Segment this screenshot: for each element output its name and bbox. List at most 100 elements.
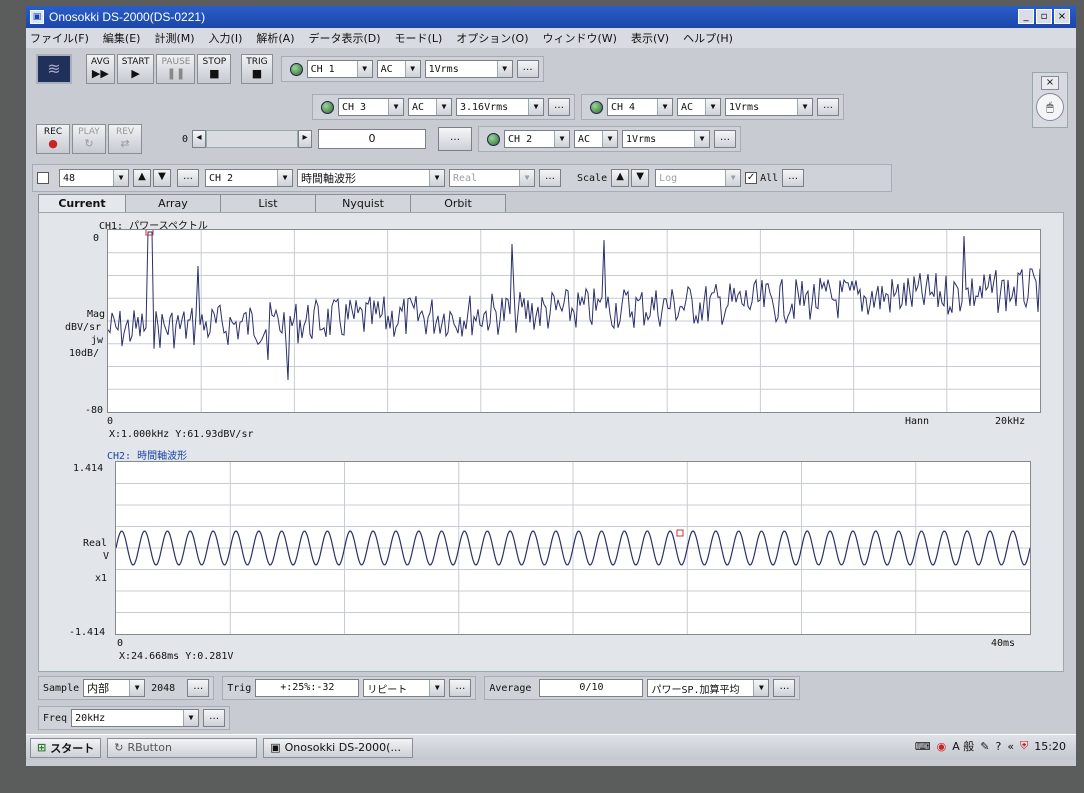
number-more-button[interactable]: … bbox=[177, 169, 199, 187]
average-value-field[interactable]: 0/10 bbox=[539, 679, 644, 697]
keyboard-icon[interactable]: ⌨ bbox=[915, 740, 931, 753]
scale-up-button[interactable]: ▲ bbox=[611, 169, 630, 187]
average-mode: パワーSP.加算平均 bbox=[651, 684, 740, 696]
up-arrow-button[interactable]: ▲ bbox=[133, 169, 151, 187]
chevron-down-icon: ▼ bbox=[725, 170, 741, 186]
display-function-select[interactable]: 時間軸波形 ▼ bbox=[297, 169, 445, 187]
graph1-ylabel-jw: jw bbox=[91, 335, 104, 346]
ch1-range-select[interactable]: 1Vrms ▼ bbox=[424, 60, 513, 78]
play-button[interactable]: PLAY ↻ bbox=[72, 124, 106, 154]
sample-source-select[interactable]: 内部 ▼ bbox=[83, 679, 146, 697]
ch1-select[interactable]: CH 1 ▼ bbox=[306, 60, 373, 78]
trig-value-field[interactable]: +:25%:-32 bbox=[255, 679, 360, 697]
start-button[interactable]: START ▶ bbox=[116, 54, 155, 84]
scale-type-select[interactable]: Log ▼ bbox=[655, 169, 742, 187]
ch2-coupling-select[interactable]: AC ▼ bbox=[574, 130, 619, 148]
tab-nyquist[interactable]: Nyquist bbox=[315, 194, 411, 212]
ch2-select[interactable]: CH 2 ▼ bbox=[504, 130, 571, 148]
task-rbutton-label: RButton bbox=[127, 741, 172, 754]
display-mode-select[interactable]: Real ▼ bbox=[449, 169, 535, 187]
trig-label: TRIG bbox=[246, 57, 268, 67]
expand-tray-icon[interactable]: « bbox=[1007, 740, 1014, 753]
window-select-icon[interactable] bbox=[37, 172, 49, 184]
freq-more-button[interactable]: … bbox=[203, 709, 226, 727]
menu-option[interactable]: オプション(O) bbox=[456, 30, 528, 46]
ch1-more-button[interactable]: … bbox=[516, 60, 539, 78]
help-icon[interactable]: ? bbox=[995, 740, 1001, 753]
sample-more-button[interactable]: … bbox=[187, 679, 210, 697]
tab-orbit[interactable]: Orbit bbox=[410, 194, 506, 212]
toolbar-row-3: REC ● PLAY ↻ REV ⇄ 0 ◂ ▸ 0 … CH 2 ▼ AC ▼ 1Vrm… bbox=[36, 122, 747, 156]
menu-analysis[interactable]: 解析(A) bbox=[256, 30, 294, 46]
display-number-select[interactable]: 48 ▼ bbox=[59, 169, 129, 187]
average-mode-select[interactable]: パワーSP.加算平均 ▼ bbox=[647, 679, 770, 697]
ch3-range-select[interactable]: 3.16Vrms ▼ bbox=[456, 98, 544, 116]
rec-button[interactable]: REC ● bbox=[36, 124, 70, 154]
tab-current[interactable]: Current bbox=[38, 194, 126, 213]
pause-button[interactable]: PAUSE ❚❚ bbox=[156, 54, 196, 84]
close-button[interactable]: × bbox=[1054, 9, 1070, 24]
ch3-more-button[interactable]: … bbox=[548, 98, 570, 116]
chevron-down-icon: ▼ bbox=[705, 99, 720, 115]
ch4-coupling-select[interactable]: AC ▼ bbox=[677, 98, 721, 116]
trig-group: Trig +:25%:-32 リピート ▼ … bbox=[222, 676, 477, 700]
maximize-button[interactable]: ▫ bbox=[1036, 9, 1052, 24]
chevron-down-icon: ▼ bbox=[356, 61, 372, 77]
menu-input[interactable]: 入力(I) bbox=[209, 30, 243, 46]
logo-button[interactable]: ≋ bbox=[36, 54, 72, 84]
ime-tools-icon[interactable]: ✎ bbox=[980, 740, 989, 753]
ime-indicator[interactable]: A 般 bbox=[952, 738, 974, 754]
trig-more-button[interactable]: … bbox=[449, 679, 472, 697]
graph2-ylabel-unit: V bbox=[103, 551, 110, 562]
menu-window[interactable]: ウィンドウ(W) bbox=[543, 30, 617, 46]
menu-view[interactable]: 表示(V) bbox=[631, 30, 669, 46]
down-arrow-button[interactable]: ▼ bbox=[153, 169, 171, 187]
menu-mode[interactable]: モード(L) bbox=[395, 30, 443, 46]
ch1-coupling-select[interactable]: AC ▼ bbox=[376, 60, 421, 78]
avg-button[interactable]: AVG ▶▶ bbox=[86, 54, 115, 84]
ch4-more-button[interactable]: … bbox=[817, 98, 839, 116]
menu-file[interactable]: ファイル(F) bbox=[30, 30, 89, 46]
minimize-button[interactable]: _ bbox=[1018, 9, 1034, 24]
rev-button[interactable]: REV ⇄ bbox=[108, 124, 142, 154]
panel-close-icon[interactable]: × bbox=[1041, 76, 1059, 90]
ch4-range-select[interactable]: 1Vrms ▼ bbox=[725, 98, 813, 116]
menu-edit[interactable]: 編集(E) bbox=[103, 30, 141, 46]
mouse-icon[interactable]: 🖱 bbox=[1036, 93, 1064, 121]
task-onosokki[interactable]: ▣ Onosokki DS-2000(... bbox=[263, 737, 414, 758]
counter-value-field[interactable]: 0 bbox=[318, 129, 427, 149]
mode-more-button[interactable]: … bbox=[539, 169, 561, 187]
network-icon[interactable]: ◉ bbox=[937, 740, 947, 753]
average-more-button[interactable]: … bbox=[773, 679, 796, 697]
ch3-coupling-select[interactable]: AC ▼ bbox=[408, 98, 452, 116]
start-button-taskbar[interactable]: ⊞ スタート bbox=[30, 737, 102, 758]
menu-help[interactable]: ヘルプ(H) bbox=[683, 30, 733, 46]
graph2-plot[interactable] bbox=[115, 461, 1031, 635]
display-function: 時間軸波形 bbox=[301, 172, 356, 185]
trig-mode-select[interactable]: リピート ▼ bbox=[363, 679, 446, 697]
all-more-button[interactable]: … bbox=[782, 169, 805, 187]
scroll-left-button[interactable]: ◂ bbox=[192, 130, 207, 148]
ch2-more-button[interactable]: … bbox=[714, 130, 737, 148]
trig-button[interactable]: TRIG ■ bbox=[241, 54, 273, 84]
ch4-select[interactable]: CH 4 ▼ bbox=[607, 98, 673, 116]
display-channel-select[interactable]: CH 2 ▼ bbox=[205, 169, 293, 187]
all-checkbox[interactable]: ✓ bbox=[745, 172, 758, 184]
stop-button[interactable]: STOP ■ bbox=[197, 54, 232, 84]
tab-list[interactable]: List bbox=[220, 194, 316, 212]
ch2-range-select[interactable]: 1Vrms ▼ bbox=[622, 130, 711, 148]
ch4-status-icon bbox=[590, 100, 603, 114]
counter-more-button[interactable]: … bbox=[438, 127, 473, 151]
scale-down-button[interactable]: ▼ bbox=[631, 169, 650, 187]
position-slider[interactable] bbox=[206, 130, 299, 148]
security-icon[interactable]: ⛨ bbox=[1020, 739, 1028, 753]
menu-data-display[interactable]: データ表示(D) bbox=[308, 30, 380, 46]
tab-array[interactable]: Array bbox=[125, 194, 221, 212]
scroll-right-button[interactable]: ▸ bbox=[298, 130, 313, 148]
task-rbutton[interactable]: ↻ RButton bbox=[107, 737, 258, 758]
freq-select[interactable]: 20kHz ▼ bbox=[71, 709, 200, 727]
graph1-plot[interactable] bbox=[107, 227, 1041, 413]
menu-measure[interactable]: 計測(M) bbox=[154, 30, 194, 46]
ch3-select[interactable]: CH 3 ▼ bbox=[338, 98, 404, 116]
system-tray: ⌨ ◉ A 般 ✎ ? « ⛨ 15:20 bbox=[915, 738, 1066, 754]
